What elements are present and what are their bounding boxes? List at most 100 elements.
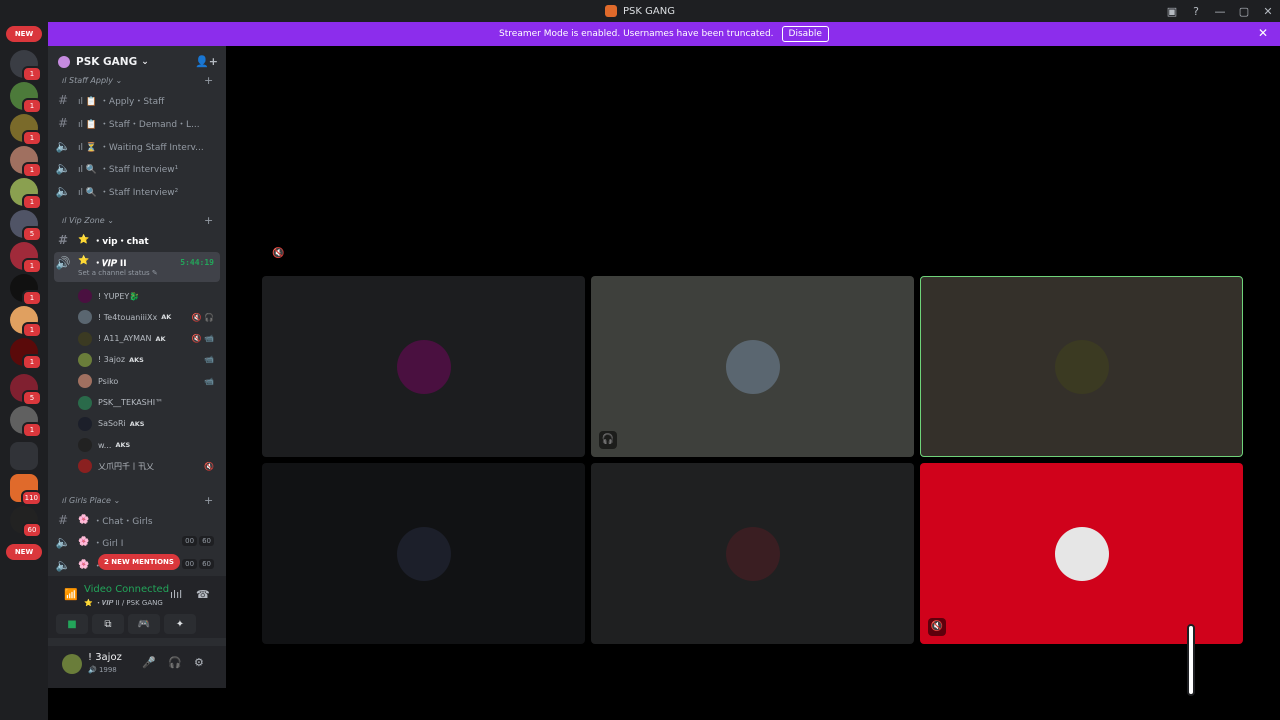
- voice-user[interactable]: 乂爪円千丨卂乂 🔇: [78, 456, 218, 476]
- new-pill[interactable]: NEW: [6, 26, 42, 42]
- streamer-mode-banner: Streamer Mode is enabled. Usernames have…: [48, 22, 1280, 46]
- avatar: [78, 438, 92, 453]
- voice-user[interactable]: PSK__TEKASHI™: [78, 393, 218, 413]
- video-tile[interactable]: 🔇: [920, 463, 1243, 644]
- chevron-down-icon: ⌄: [141, 57, 149, 67]
- close-icon[interactable]: ✕: [1258, 26, 1268, 40]
- video-tile[interactable]: [591, 463, 914, 644]
- channel-interview1[interactable]: 🔈 ıl 🔍 ・Staff Interview¹: [54, 158, 220, 178]
- voice-user[interactable]: w... AKS: [78, 435, 218, 455]
- server-icon[interactable]: 110: [10, 474, 42, 506]
- category-girls[interactable]: ıl Girls Place ⌄ +: [62, 494, 213, 507]
- screen-share-button[interactable]: ⧉: [92, 614, 124, 634]
- channel-interview2[interactable]: 🔈 ıl 🔍 ・Staff Interview²: [54, 181, 220, 201]
- channel-chat-girls[interactable]: # 🌸 ・Chat・Girls: [54, 510, 220, 530]
- channel-vip-chat[interactable]: # ⭐ ・vip・chat: [54, 230, 220, 250]
- speaker-icon: 🔈: [55, 558, 71, 572]
- speaker-icon: 🔈: [55, 535, 71, 549]
- disable-button[interactable]: Disable: [781, 26, 829, 42]
- scroll-handle[interactable]: [1187, 624, 1195, 696]
- avatar: [78, 395, 92, 410]
- flower-icon: 🌸: [78, 537, 90, 547]
- video-tile[interactable]: [920, 276, 1243, 457]
- avatar: [78, 352, 92, 367]
- server-icon[interactable]: 5: [10, 210, 42, 242]
- help-icon[interactable]: ?: [1184, 5, 1208, 18]
- voice-user[interactable]: SaSoRi AKS: [78, 414, 218, 434]
- server-icon[interactable]: 5: [10, 374, 42, 406]
- voice-user[interactable]: ! YUPEY🐉: [78, 286, 218, 306]
- headphones-icon[interactable]: 🎧: [168, 656, 182, 669]
- voice-user-name: Psiko: [98, 376, 119, 386]
- plus-icon[interactable]: +: [204, 214, 213, 227]
- channel-staff-demand[interactable]: # ıl 📋 ・Staff・Demand・L...: [54, 113, 220, 133]
- category-vip[interactable]: ıl Vip Zone ⌄ +: [62, 214, 213, 227]
- maximize-button[interactable]: ▢: [1232, 5, 1256, 18]
- server-icon[interactable]: 1: [10, 146, 42, 178]
- video-tile[interactable]: [262, 276, 585, 457]
- activity-button[interactable]: 🎮: [128, 614, 160, 634]
- add-member-icon[interactable]: 👤+: [195, 55, 218, 68]
- voice-user[interactable]: ! Te4touaniiiXx AK 🔇 🎧: [78, 307, 218, 327]
- voice-user[interactable]: ! A11_AYMAN AK 🔇 📹: [78, 329, 218, 349]
- muted-icon: 🔇: [928, 618, 946, 636]
- server-icon[interactable]: 1: [10, 114, 42, 146]
- guild-name: PSK GANG: [76, 56, 138, 68]
- voice-state-icon: 📹: [204, 355, 214, 365]
- avatar[interactable]: [62, 654, 82, 674]
- voice-state-icon: 🔇: [204, 461, 214, 471]
- soundboard-button[interactable]: ✦: [164, 614, 196, 634]
- flower-icon: 🌸: [78, 515, 90, 525]
- channel-apply-staff[interactable]: # ıl 📋 ・Apply・Staff: [54, 90, 220, 110]
- clan-tag: AKS: [129, 355, 144, 364]
- folder-icon[interactable]: [10, 442, 38, 470]
- server-icon[interactable]: 1: [10, 82, 42, 114]
- plus-icon[interactable]: +: [204, 74, 213, 87]
- server-icon[interactable]: 1: [10, 406, 42, 438]
- voice-user-name: w...: [98, 440, 112, 450]
- channel-waiting[interactable]: 🔈 ıl ⏳ ・Waiting Staff Interv...: [54, 136, 220, 156]
- screen-share-icon: ⧉: [104, 618, 112, 630]
- close-button[interactable]: ✕: [1256, 5, 1280, 18]
- voice-state-icon: 🔇 📹: [191, 334, 214, 344]
- new-pill[interactable]: NEW: [6, 544, 42, 560]
- microphone-icon[interactable]: 🎤: [142, 656, 156, 669]
- server-icon[interactable]: 1: [10, 50, 42, 82]
- server-icon[interactable]: 1: [10, 274, 42, 306]
- server-icon[interactable]: 60: [10, 506, 42, 538]
- user-panel: ! 3ajoz 🔊 1998 🎤 🎧 ⚙: [48, 646, 226, 688]
- server-icon[interactable]: 1: [10, 242, 42, 274]
- guild-header[interactable]: PSK GANG ⌄ 👤+: [48, 46, 226, 78]
- inbox-icon[interactable]: ▣: [1160, 5, 1184, 18]
- server-icon[interactable]: 1: [10, 306, 42, 338]
- gear-icon[interactable]: ⚙: [194, 656, 204, 669]
- signal-icon[interactable]: 📶: [64, 588, 78, 601]
- camera-button[interactable]: ■: [56, 614, 88, 634]
- voice-user-name: ! YUPEY🐉: [98, 291, 140, 301]
- user-limit: 00 60: [182, 536, 214, 546]
- video-tile[interactable]: 🎧: [591, 276, 914, 457]
- new-mentions-pill[interactable]: 2 NEW MENTIONS: [98, 554, 180, 570]
- muted-icon: 🔇: [272, 248, 285, 259]
- server-icon[interactable]: 1: [10, 178, 42, 210]
- title-bar: PSK GANG ▣ ? — ▢ ✕: [0, 0, 1280, 22]
- guild-icon: [58, 56, 70, 68]
- server-icon: [605, 5, 618, 17]
- channel-vip-voice[interactable]: 🔊 ⭐ ・𝑽𝑰𝑷 II 5:44:19 Set a channel status ✎: [54, 252, 220, 282]
- minimize-button[interactable]: —: [1208, 5, 1232, 18]
- voice-channel-link[interactable]: ⭐ ・𝑽𝑰𝑷 II / PSK GANG: [84, 598, 163, 608]
- noise-suppression-icon[interactable]: ılıl: [170, 588, 182, 601]
- avatar: [78, 416, 92, 431]
- voice-user[interactable]: Psiko 📹: [78, 371, 218, 391]
- video-tile[interactable]: [262, 463, 585, 644]
- voice-user[interactable]: ! 3ajoz AKS 📹: [78, 350, 218, 370]
- user-limit: 00 60: [182, 559, 214, 569]
- voice-status[interactable]: Video Connected: [84, 584, 169, 595]
- category-staff[interactable]: ıl Staff Apply ⌄ +: [62, 74, 213, 87]
- channel-girl1[interactable]: 🔈 🌸 ・Girl I 00 60: [54, 532, 220, 552]
- channel-status[interactable]: Set a channel status ✎: [78, 269, 158, 277]
- username[interactable]: ! 3ajoz: [88, 652, 122, 663]
- disconnect-icon[interactable]: ☎: [196, 588, 210, 601]
- plus-icon[interactable]: +: [204, 494, 213, 507]
- server-icon[interactable]: 1: [10, 338, 42, 370]
